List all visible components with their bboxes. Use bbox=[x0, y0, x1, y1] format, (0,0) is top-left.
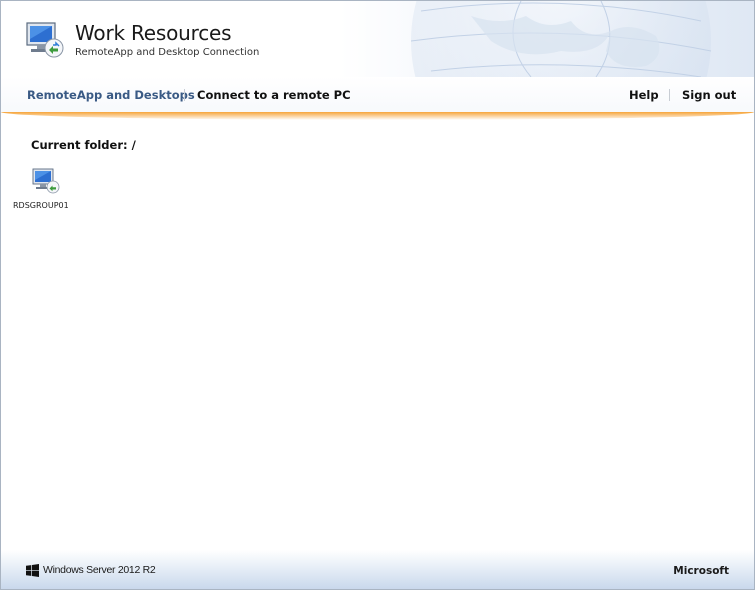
tab-remoteapp-and-desktops[interactable]: RemoteApp and Desktops bbox=[27, 88, 195, 102]
remote-desktop-icon bbox=[26, 22, 64, 58]
tab-connect-to-remote-pc[interactable]: Connect to a remote PC bbox=[197, 88, 351, 102]
os-name-label: Windows Server 2012 R2 bbox=[43, 564, 156, 576]
microsoft-logo: Microsoft bbox=[673, 565, 729, 577]
remote-desktop-icon bbox=[32, 168, 60, 194]
resource-tile-rdsgroup01[interactable]: RDSGROUP01 bbox=[9, 166, 75, 216]
nav-divider bbox=[184, 89, 185, 101]
nav-underline-divider bbox=[1, 112, 754, 120]
windows-logo-icon bbox=[26, 564, 39, 577]
nav-bar: RemoteApp and Desktops Connect to a remo… bbox=[1, 77, 754, 113]
header: Work Resources RemoteApp and Desktop Con… bbox=[1, 1, 754, 77]
page-title: Work Resources bbox=[75, 21, 232, 45]
help-link[interactable]: Help bbox=[629, 88, 659, 102]
resource-tile-label: RDSGROUP01 bbox=[13, 201, 69, 210]
footer: Windows Server 2012 R2 Microsoft bbox=[1, 550, 754, 589]
app-window: Work Resources RemoteApp and Desktop Con… bbox=[0, 0, 755, 590]
current-folder-label: Current folder: / bbox=[31, 138, 136, 152]
nav-divider bbox=[669, 89, 670, 101]
page-subtitle: RemoteApp and Desktop Connection bbox=[75, 47, 260, 58]
sign-out-link[interactable]: Sign out bbox=[682, 88, 736, 102]
